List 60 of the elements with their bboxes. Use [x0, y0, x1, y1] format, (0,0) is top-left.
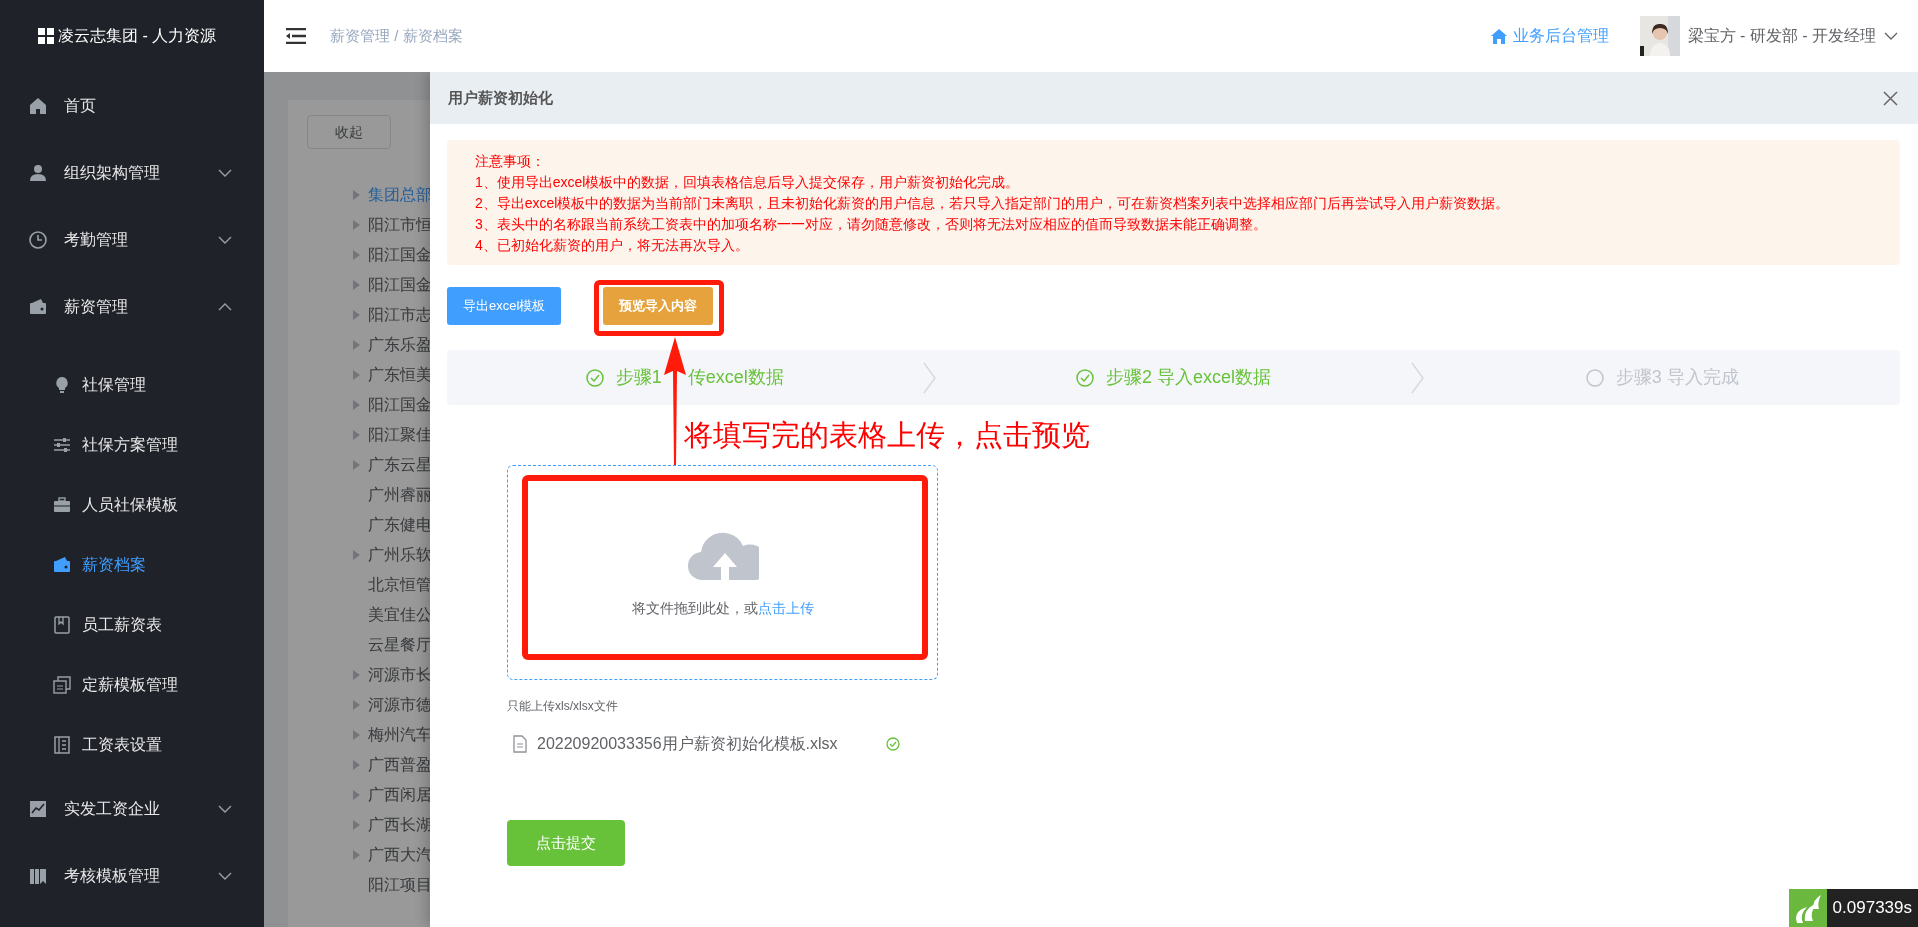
chevron-right-icon — [922, 361, 936, 394]
home-icon — [1490, 28, 1507, 44]
step-label: 步骤2 导入excel数据 — [1106, 366, 1272, 389]
wallet-icon — [53, 556, 71, 574]
file-icon — [513, 735, 527, 753]
notice-text: 2、导出excel模板中的数据为当前部门未离职，且未初始化薪资的用户信息，若只导入指定部门的用户，可在薪资档案列表中选择相应部门后再尝试导入用户薪资数据。 — [475, 194, 1511, 213]
bookmark-icon — [29, 866, 47, 885]
upload-hint: 只能上传xls/xlsx文件 — [507, 698, 619, 715]
upload-link[interactable]: 点击上传 — [757, 600, 814, 616]
preview-import-button[interactable]: 预览导入内容 — [603, 287, 714, 325]
clock-icon — [29, 230, 47, 249]
wallet-icon — [29, 297, 47, 316]
sidebar-item[interactable]: 组织架构管理 — [0, 139, 264, 206]
step-label: 传excel数据 — [687, 366, 784, 389]
sidebar-item[interactable]: 考勤管理 — [0, 206, 264, 273]
breadcrumb: 薪资管理 / 薪资档案 — [330, 25, 463, 46]
sliders-icon — [53, 436, 71, 454]
book-icon — [53, 616, 71, 634]
notice-heading: 注意事项： — [475, 152, 546, 171]
chevron-down-icon — [1884, 32, 1898, 40]
list-document-icon — [53, 736, 71, 754]
user-menu[interactable]: 梁宝方 - 研发部 - 开发经理 — [1687, 24, 1898, 48]
app-title: 凌云志集团 - 人力资源 — [58, 26, 217, 46]
chevron-right-icon — [1411, 361, 1425, 394]
sidebar-item[interactable]: 薪资管理 — [0, 273, 264, 340]
bulb-icon — [53, 376, 71, 394]
file-name: 20220920033356用户薪资初始化模板.xlsx — [537, 734, 838, 754]
briefcase-icon — [53, 496, 71, 514]
close-icon — [1883, 90, 1898, 106]
sidebar-subitem[interactable]: 社保方案管理 — [0, 415, 264, 475]
notice-text: 1、使用导出excel模板中的数据，回填表格信息后导入提交保存，用户薪资初始化完成。 — [475, 173, 1021, 192]
sidebar-subitem[interactable]: 工资表设置 — [0, 715, 264, 775]
home-icon — [29, 96, 47, 115]
sidebar-subitem[interactable]: 员工薪资表 — [0, 595, 264, 655]
chart-icon — [29, 799, 47, 818]
annotation-text: 将填写完的表格上传，点击预览 — [684, 419, 1090, 451]
menu-toggle-button[interactable] — [286, 28, 306, 44]
sidebar-item[interactable]: 考核模板管理 — [0, 842, 264, 909]
menu-icon — [286, 28, 306, 44]
sidebar-subitem[interactable]: 人员社保模板 — [0, 475, 264, 535]
notice-text: 4、已初始化薪资的用户，将无法再次导入。 — [475, 236, 750, 255]
sidebar-subitem[interactable]: 社保管理 — [0, 355, 264, 415]
export-template-button[interactable]: 导出excel模板 — [447, 287, 562, 325]
business-admin-link[interactable]: 业务后台管理 — [1490, 24, 1609, 48]
sidebar-item[interactable]: 首页 — [0, 72, 264, 139]
sidebar-subitem[interactable]: 定薪模板管理 — [0, 655, 264, 715]
upload-instruction: 将文件拖到此处，或点击上传 — [631, 599, 814, 618]
user-icon — [29, 163, 47, 182]
sidebar-subitem[interactable]: 薪资档案 — [0, 535, 264, 595]
upload-dropzone[interactable]: 将文件拖到此处，或点击上传 — [507, 465, 938, 680]
documents-icon — [53, 676, 71, 694]
close-button[interactable] — [1883, 90, 1898, 106]
grid-logo-icon — [38, 28, 54, 44]
drawer-title: 用户薪资初始化 — [448, 87, 553, 108]
step-label: 步骤1 — [615, 366, 662, 389]
sidebar-item[interactable]: 实发工资企业 — [0, 775, 264, 842]
load-time: 0.097339s — [1832, 897, 1912, 920]
collapse-button[interactable]: 收起 — [307, 115, 391, 149]
notice-text: 3、表头中的名称跟当前系统工资表中的加项名称一一对应，请勿随意修改，否则将无法对应相应的值而导致数据未能正确调整。 — [475, 215, 1268, 234]
submit-button[interactable]: 点击提交 — [507, 820, 625, 866]
